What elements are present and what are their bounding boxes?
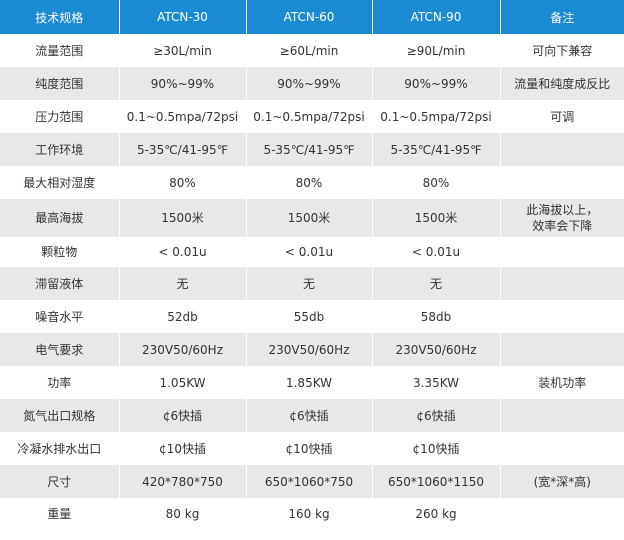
table-row: 最高海拔 1500米 1500米 1500米 此海拔以上， 效率会下降 bbox=[0, 199, 624, 237]
value-atcn-90: ≥90L/min bbox=[372, 34, 501, 67]
value-atcn-30: 52db bbox=[119, 300, 247, 333]
table-row: 压力范围 0.1~0.5mpa/72psi 0.1~0.5mpa/72psi 0… bbox=[0, 100, 624, 133]
table-header-row: 技术规格 ATCN-30 ATCN-60 ATCN-90 备注 bbox=[0, 0, 624, 34]
note-cell bbox=[500, 133, 624, 166]
spec-label: 流量范围 bbox=[0, 34, 120, 67]
value-atcn-90: ¢6快插 bbox=[372, 399, 501, 432]
note-cell bbox=[500, 237, 624, 267]
value-atcn-60: 5-35℃/41-95℉ bbox=[246, 133, 373, 166]
value-atcn-90: 58db bbox=[372, 300, 501, 333]
value-atcn-60: ¢10快插 bbox=[246, 432, 373, 465]
value-atcn-60: < 0.01u bbox=[246, 237, 373, 267]
value-atcn-90: 0.1~0.5mpa/72psi bbox=[372, 100, 501, 133]
value-atcn-60: 80% bbox=[246, 166, 373, 199]
value-atcn-90: < 0.01u bbox=[372, 237, 501, 267]
spec-label: 滞留液体 bbox=[0, 267, 120, 300]
value-atcn-30: 1500米 bbox=[119, 199, 247, 237]
header-atcn-90: ATCN-90 bbox=[372, 0, 501, 34]
value-atcn-60: 55db bbox=[246, 300, 373, 333]
value-atcn-30: 5-35℃/41-95℉ bbox=[119, 133, 247, 166]
table-row: 最大相对湿度 80% 80% 80% bbox=[0, 166, 624, 199]
value-atcn-30: 0.1~0.5mpa/72psi bbox=[119, 100, 247, 133]
value-atcn-60: ¢6快插 bbox=[246, 399, 373, 432]
table-row: 重量 80 kg 160 kg 260 kg bbox=[0, 498, 624, 529]
note-cell bbox=[500, 498, 624, 529]
value-atcn-60: 650*1060*750 bbox=[246, 465, 373, 498]
spec-label: 氮气出口规格 bbox=[0, 399, 120, 432]
spec-label: 功率 bbox=[0, 366, 120, 399]
value-atcn-90: 650*1060*1150 bbox=[372, 465, 501, 498]
value-atcn-60: 230V50/60Hz bbox=[246, 333, 373, 366]
value-atcn-60: 160 kg bbox=[246, 498, 373, 529]
spec-label: 最高海拔 bbox=[0, 199, 120, 237]
spec-label: 纯度范围 bbox=[0, 67, 120, 100]
table-row: 尺寸 420*780*750 650*1060*750 650*1060*115… bbox=[0, 465, 624, 498]
note-cell: 可向下兼容 bbox=[532, 43, 593, 58]
note-cell bbox=[500, 166, 624, 199]
note-cell: 装机功率 bbox=[538, 375, 587, 390]
spec-label: 压力范围 bbox=[0, 100, 120, 133]
spec-label: 颗粒物 bbox=[0, 237, 120, 267]
value-atcn-90: 90%~99% bbox=[372, 67, 501, 100]
value-atcn-30: 80 kg bbox=[119, 498, 247, 529]
spec-label: 尺寸 bbox=[0, 465, 120, 498]
value-atcn-30: 1.05KW bbox=[119, 366, 247, 399]
value-atcn-60: ≥60L/min bbox=[246, 34, 373, 67]
note-cell: 流量和纯度成反比 bbox=[514, 76, 611, 91]
value-atcn-30: 80% bbox=[119, 166, 247, 199]
table-row: 噪音水平 52db 55db 58db bbox=[0, 300, 624, 333]
value-atcn-90: 230V50/60Hz bbox=[372, 333, 501, 366]
value-atcn-90: 80% bbox=[372, 166, 501, 199]
note-line: 此海拔以上， bbox=[526, 203, 599, 217]
note-cell: (宽*深*高) bbox=[533, 474, 591, 489]
table-row: 流量范围 ≥30L/min ≥60L/min ≥90L/min 可向下兼容 bbox=[0, 34, 624, 67]
table-row: 颗粒物 < 0.01u < 0.01u < 0.01u bbox=[0, 237, 624, 267]
table-row: 冷凝水排水出口 ¢10快插 ¢10快插 ¢10快插 bbox=[0, 432, 624, 465]
value-atcn-30: ¢10快插 bbox=[119, 432, 247, 465]
value-atcn-30: ≥30L/min bbox=[119, 34, 247, 67]
header-atcn-60: ATCN-60 bbox=[246, 0, 373, 34]
value-atcn-30: ¢6快插 bbox=[119, 399, 247, 432]
value-atcn-60: 1500米 bbox=[246, 199, 373, 237]
note-cell: 此海拔以上， 效率会下降 bbox=[500, 199, 624, 237]
value-atcn-90: 无 bbox=[372, 267, 501, 300]
value-atcn-30: 230V50/60Hz bbox=[119, 333, 247, 366]
table-row: 氮气出口规格 ¢6快插 ¢6快插 ¢6快插 bbox=[0, 399, 624, 432]
table-row: 工作环境 5-35℃/41-95℉ 5-35℃/41-95℉ 5-35℃/41-… bbox=[0, 133, 624, 166]
value-atcn-30: 90%~99% bbox=[119, 67, 247, 100]
header-atcn-30: ATCN-30 bbox=[119, 0, 247, 34]
value-atcn-60: 1.85KW bbox=[246, 366, 373, 399]
value-atcn-90: 5-35℃/41-95℉ bbox=[372, 133, 501, 166]
value-atcn-60: 90%~99% bbox=[246, 67, 373, 100]
spec-label: 最大相对湿度 bbox=[0, 166, 120, 199]
note-line: 效率会下降 bbox=[532, 219, 593, 233]
spec-label: 冷凝水排水出口 bbox=[0, 432, 120, 465]
table-row: 纯度范围 90%~99% 90%~99% 90%~99% 流量和纯度成反比 bbox=[0, 67, 624, 100]
note-cell bbox=[500, 432, 624, 465]
note-cell: 可调 bbox=[550, 109, 575, 124]
table-row: 滞留液体 无 无 无 bbox=[0, 267, 624, 300]
value-atcn-30: < 0.01u bbox=[119, 237, 247, 267]
value-atcn-30: 无 bbox=[119, 267, 247, 300]
value-atcn-30: 420*780*750 bbox=[119, 465, 247, 498]
header-note: 备注 bbox=[500, 0, 624, 34]
note-cell bbox=[500, 333, 624, 366]
spec-label: 工作环境 bbox=[0, 133, 120, 166]
spec-label: 噪音水平 bbox=[0, 300, 120, 333]
note-cell bbox=[500, 267, 624, 300]
header-spec: 技术规格 bbox=[0, 0, 120, 34]
note-cell bbox=[500, 300, 624, 333]
spec-table: 技术规格 ATCN-30 ATCN-60 ATCN-90 备注 流量范围 ≥30… bbox=[0, 0, 624, 529]
value-atcn-90: 1500米 bbox=[372, 199, 501, 237]
spec-label: 重量 bbox=[0, 498, 120, 529]
table-row: 功率 1.05KW 1.85KW 3.35KW 装机功率 bbox=[0, 366, 624, 399]
value-atcn-90: 3.35KW bbox=[372, 366, 501, 399]
spec-label: 电气要求 bbox=[0, 333, 120, 366]
value-atcn-60: 无 bbox=[246, 267, 373, 300]
table-row: 电气要求 230V50/60Hz 230V50/60Hz 230V50/60Hz bbox=[0, 333, 624, 366]
note-cell bbox=[500, 399, 624, 432]
value-atcn-90: 260 kg bbox=[372, 498, 501, 529]
value-atcn-60: 0.1~0.5mpa/72psi bbox=[246, 100, 373, 133]
value-atcn-90: ¢10快插 bbox=[372, 432, 501, 465]
